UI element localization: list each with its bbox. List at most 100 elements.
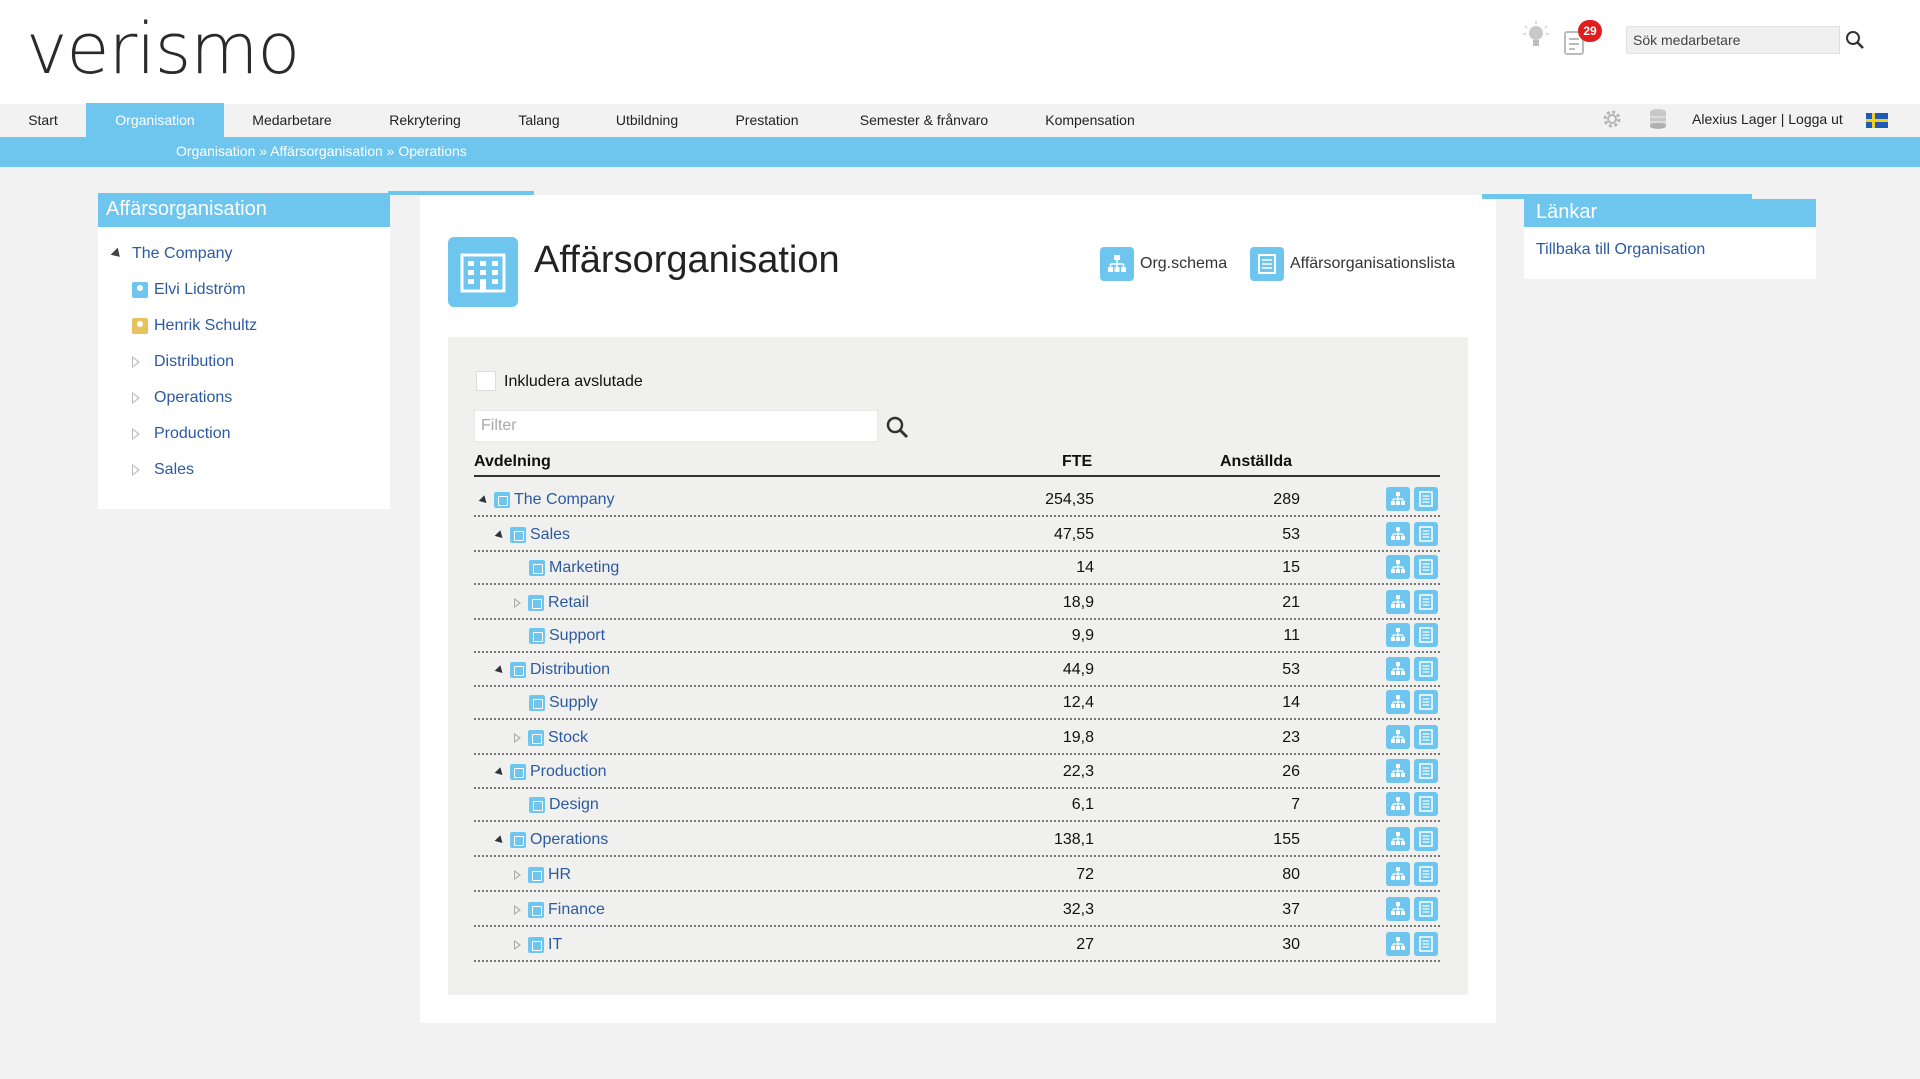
include-ended-label[interactable]: Inkludera avslutade	[504, 373, 643, 391]
nav-prestation[interactable]: Prestation	[720, 103, 814, 137]
include-ended-checkbox[interactable]	[476, 371, 496, 391]
department-name-cell: Supply	[529, 694, 598, 712]
department-link[interactable]: Design	[549, 796, 599, 814]
nav-utbildning[interactable]: Utbildning	[602, 103, 692, 137]
tree-item-person[interactable]: Elvi Lidström	[132, 281, 246, 299]
tree-item-sales[interactable]: Sales	[132, 461, 194, 479]
tree-item-the-company[interactable]: The Company	[110, 245, 233, 263]
department-link[interactable]: Distribution	[530, 661, 610, 679]
row-actions	[1386, 862, 1438, 886]
department-link[interactable]: Support	[549, 627, 605, 645]
list-icon[interactable]	[1414, 555, 1438, 579]
nav-organisation[interactable]: Organisation	[86, 103, 224, 137]
department-link[interactable]: The Company	[514, 491, 615, 509]
nav-medarbetare[interactable]: Medarbetare	[236, 103, 348, 137]
nav-semester[interactable]: Semester & frånvaro	[846, 103, 1002, 137]
table-row: Marketing 14 15	[474, 551, 1440, 585]
department-link[interactable]: Production	[530, 763, 607, 781]
org-chart-icon[interactable]	[1386, 792, 1410, 816]
employee-search-button[interactable]	[1839, 26, 1869, 54]
nav-talang[interactable]: Talang	[504, 103, 574, 137]
list-icon[interactable]	[1414, 657, 1438, 681]
list-icon[interactable]	[1414, 725, 1438, 749]
gear-icon[interactable]	[1600, 107, 1624, 131]
notification-badge[interactable]: 29	[1578, 20, 1602, 42]
org-chart-icon[interactable]	[1386, 487, 1410, 511]
list-icon[interactable]	[1414, 897, 1438, 921]
nav-start[interactable]: Start	[12, 103, 74, 137]
expanded-arrow-icon[interactable]	[494, 529, 506, 541]
filter-search-button[interactable]	[882, 411, 912, 443]
collapsed-arrow-icon[interactable]	[514, 905, 521, 915]
org-chart-icon[interactable]	[1386, 897, 1410, 921]
tree-item-production[interactable]: Production	[132, 425, 231, 443]
column-header-employees[interactable]: Anställda	[1220, 453, 1292, 471]
org-chart-icon[interactable]	[1386, 932, 1410, 956]
org-chart-icon[interactable]	[1386, 827, 1410, 851]
department-link[interactable]: Retail	[548, 594, 589, 612]
org-chart-icon[interactable]	[1386, 623, 1410, 647]
org-chart-icon[interactable]	[1386, 759, 1410, 783]
org-chart-icon[interactable]	[1386, 657, 1410, 681]
department-link[interactable]: Supply	[549, 694, 598, 712]
swedish-flag-icon[interactable]	[1866, 113, 1888, 128]
list-icon[interactable]	[1414, 623, 1438, 647]
logout-link[interactable]: Logga ut	[1788, 111, 1843, 127]
collapsed-arrow-icon[interactable]	[132, 392, 140, 404]
list-icon[interactable]	[1414, 522, 1438, 546]
list-icon[interactable]	[1414, 759, 1438, 783]
org-chart-icon[interactable]	[1386, 862, 1410, 886]
building-icon	[448, 237, 518, 307]
collapsed-arrow-icon[interactable]	[514, 733, 521, 743]
org-chart-icon[interactable]	[1386, 555, 1410, 579]
expanded-arrow-icon[interactable]	[494, 834, 506, 846]
breadcrumb[interactable]: Organisation » Affärsorganisation » Oper…	[176, 143, 467, 159]
tree-item-operations[interactable]: Operations	[132, 389, 232, 407]
department-link[interactable]: Stock	[548, 729, 588, 747]
department-link[interactable]: HR	[548, 866, 571, 884]
org-list-link[interactable]: Affärsorganisationslista	[1250, 247, 1455, 281]
tree-item-distribution[interactable]: Distribution	[132, 353, 234, 371]
list-icon[interactable]	[1414, 487, 1438, 511]
department-link[interactable]: Operations	[530, 831, 608, 849]
list-icon[interactable]	[1414, 792, 1438, 816]
tree-item-person[interactable]: Henrik Schultz	[132, 317, 257, 335]
nav-kompensation[interactable]: Kompensation	[1034, 103, 1146, 137]
list-icon[interactable]	[1414, 862, 1438, 886]
collapsed-arrow-icon[interactable]	[514, 940, 521, 950]
org-chart-icon[interactable]	[1386, 690, 1410, 714]
user-name[interactable]: Alexius Lager	[1692, 111, 1777, 127]
column-header-dept[interactable]: Avdelning	[474, 453, 551, 471]
list-icon[interactable]	[1414, 690, 1438, 714]
org-chart-icon[interactable]	[1386, 522, 1410, 546]
department-link[interactable]: IT	[548, 936, 562, 954]
department-link[interactable]: Marketing	[549, 559, 619, 577]
org-chart-icon[interactable]	[1386, 590, 1410, 614]
collapsed-arrow-icon[interactable]	[132, 428, 140, 440]
collapsed-arrow-icon[interactable]	[132, 356, 140, 368]
expanded-arrow-icon[interactable]	[478, 494, 490, 506]
department-link[interactable]: Finance	[548, 901, 605, 919]
lightbulb-icon[interactable]	[1522, 20, 1550, 54]
back-to-organisation-link[interactable]: Tillbaka till Organisation	[1536, 241, 1705, 259]
column-header-fte[interactable]: FTE	[1062, 453, 1092, 471]
filter-input[interactable]	[475, 411, 875, 441]
expanded-arrow-icon[interactable]	[110, 247, 124, 261]
org-chart-icon[interactable]	[1386, 725, 1410, 749]
department-icon	[510, 527, 526, 543]
database-icon[interactable]	[1646, 107, 1670, 131]
tree-item-label: Henrik Schultz	[154, 317, 258, 334]
collapsed-arrow-icon[interactable]	[514, 870, 521, 880]
expanded-arrow-icon[interactable]	[494, 766, 506, 778]
list-icon[interactable]	[1414, 827, 1438, 851]
expanded-arrow-icon[interactable]	[494, 664, 506, 676]
collapsed-arrow-icon[interactable]	[132, 464, 140, 476]
org-chart-link[interactable]: Org.schema	[1100, 247, 1227, 281]
collapsed-arrow-icon[interactable]	[514, 598, 521, 608]
employee-search-input[interactable]	[1627, 27, 1837, 53]
list-icon[interactable]	[1414, 932, 1438, 956]
list-icon[interactable]	[1414, 590, 1438, 614]
department-link[interactable]: Sales	[530, 526, 570, 544]
app-logo[interactable]: verismo	[26, 8, 300, 90]
nav-rekrytering[interactable]: Rekrytering	[372, 103, 478, 137]
